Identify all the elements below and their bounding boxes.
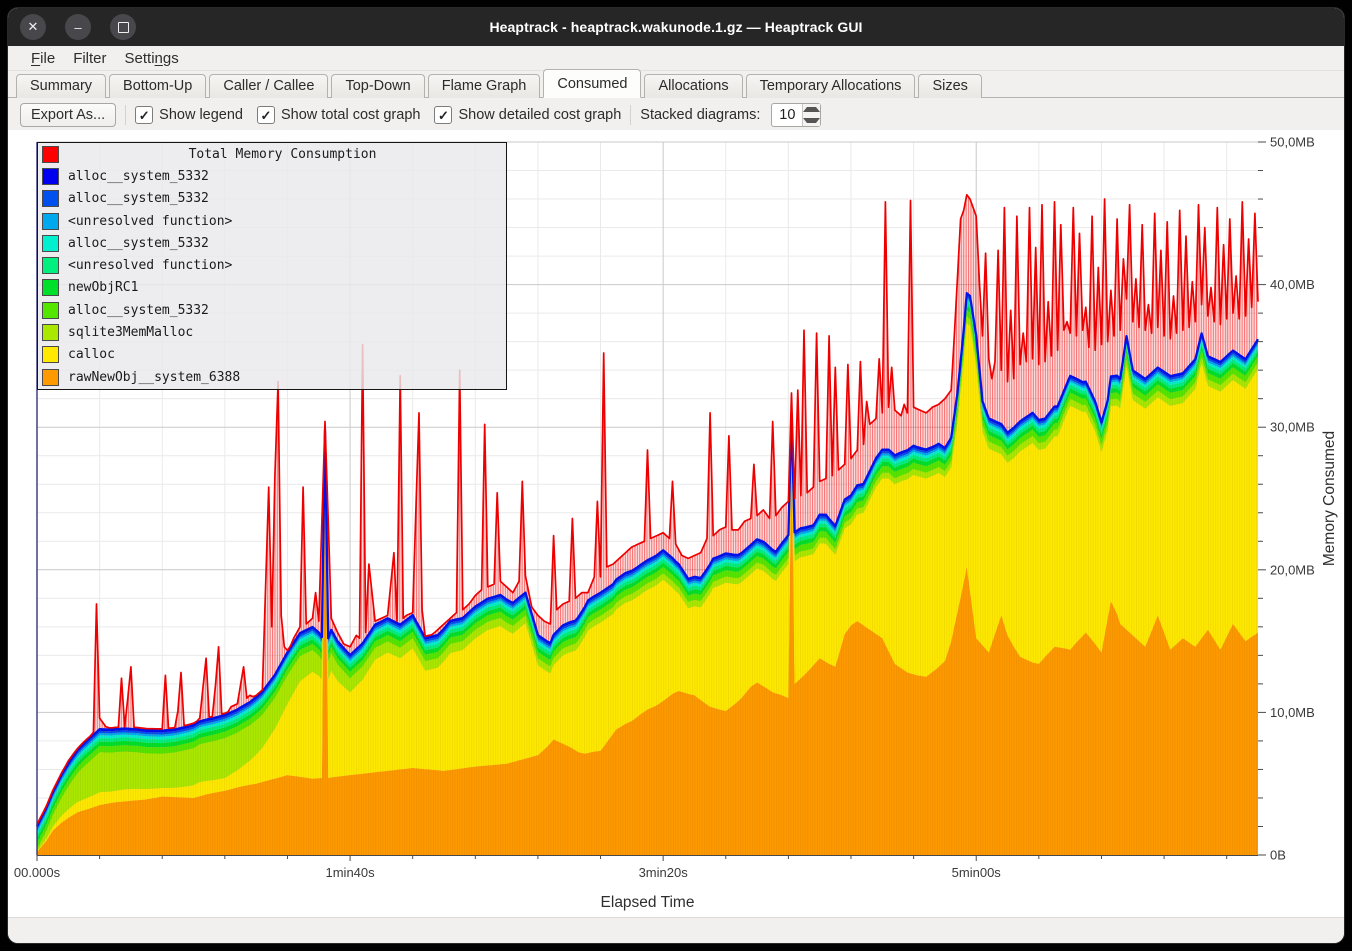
tab-summary[interactable]: Summary	[16, 74, 106, 98]
legend-swatch	[42, 213, 59, 230]
legend-swatch	[42, 257, 59, 274]
legend-item: alloc__system_5332	[38, 165, 506, 187]
tab-sizes[interactable]: Sizes	[918, 74, 981, 98]
checkbox-show-total-cost-graph[interactable]: ✓ Show total cost graph	[257, 106, 420, 124]
legend-item: sqlite3MemMalloc	[38, 321, 506, 343]
consumed-chart[interactable]: 00.000s 1min40s 3min20s 5min00s 0B 10,0MB 20,0…	[8, 130, 1344, 918]
window-controls: ✕ –	[20, 14, 136, 40]
y-tick-label: 0B	[1270, 848, 1286, 863]
legend-item: alloc__system_5332	[38, 299, 506, 321]
stacked-diagrams-value[interactable]: 10	[772, 104, 802, 126]
legend-swatch	[42, 369, 59, 386]
legend-label: alloc__system_5332	[68, 191, 209, 206]
toolbar-separator	[630, 105, 631, 125]
x-tick-label: 3min20s	[639, 865, 689, 880]
tab-top-down[interactable]: Top-Down	[331, 74, 424, 98]
menu-bar: FileFilterSettings	[8, 46, 1344, 71]
maximize-glyph	[118, 22, 129, 33]
y-tick-label: 10,0MB	[1270, 705, 1315, 720]
checkmark-icon: ✓	[434, 106, 452, 124]
legend-swatch	[42, 190, 59, 207]
x-tick-label: 1min40s	[326, 865, 376, 880]
legend-item: <unresolved function>	[38, 210, 506, 232]
legend-swatch	[42, 324, 59, 341]
checkbox-label: Show total cost graph	[281, 107, 420, 123]
legend-item: newObjRC1	[38, 277, 506, 299]
legend-label: <unresolved function>	[68, 214, 232, 229]
legend-label: <unresolved function>	[68, 258, 232, 273]
chevron-up-icon	[803, 107, 820, 112]
y-tick-label: 30,0MB	[1270, 420, 1315, 435]
checkbox-label: Show legend	[159, 107, 243, 123]
legend-item: alloc__system_5332	[38, 188, 506, 210]
spinner-up-button[interactable]	[803, 104, 820, 115]
menu-item-filter[interactable]: Filter	[64, 49, 115, 68]
legend-label: alloc__system_5332	[68, 303, 209, 318]
legend-swatch	[42, 302, 59, 319]
menu-item-file[interactable]: File	[22, 49, 64, 68]
export-as-button[interactable]: Export As...	[20, 103, 116, 127]
minimize-icon[interactable]: –	[65, 14, 91, 40]
legend-item: calloc	[38, 344, 506, 366]
toolbar-separator	[125, 105, 126, 125]
legend-title: Total Memory Consumption	[59, 147, 506, 162]
y-tick-label: 50,0MB	[1270, 135, 1315, 150]
tab-caller-callee[interactable]: Caller / Callee	[209, 74, 328, 98]
y-tick-label: 20,0MB	[1270, 562, 1315, 577]
legend-label: rawNewObj__system_6388	[68, 370, 240, 385]
legend-swatch	[42, 168, 59, 185]
title-bar: ✕ – Heaptrack - heaptrack.wakunode.1.gz …	[8, 8, 1344, 46]
checkbox-show-legend[interactable]: ✓ Show legend	[135, 106, 243, 124]
y-axis-title: Memory Consumed	[1321, 431, 1338, 566]
checkbox-show-detailed-cost-graph[interactable]: ✓ Show detailed cost graph	[434, 106, 621, 124]
legend-item: <unresolved function>	[38, 254, 506, 276]
x-tick-label: 5min00s	[952, 865, 1002, 880]
legend-item: rawNewObj__system_6388	[38, 366, 506, 388]
stacked-diagrams-label: Stacked diagrams:	[640, 107, 760, 123]
spinner-down-button[interactable]	[803, 115, 820, 126]
maximize-icon[interactable]	[110, 14, 136, 40]
heaptrack-window: ✕ – Heaptrack - heaptrack.wakunode.1.gz …	[8, 8, 1344, 943]
close-icon[interactable]: ✕	[20, 14, 46, 40]
x-tick-label: 00.000s	[14, 865, 61, 880]
legend-swatch	[42, 146, 59, 163]
legend-label: alloc__system_5332	[68, 169, 209, 184]
legend-label: newObjRC1	[68, 280, 138, 295]
legend-item: alloc__system_5332	[38, 232, 506, 254]
legend-label: sqlite3MemMalloc	[68, 325, 193, 340]
window-bottom-margin	[8, 917, 1344, 943]
toolbar: Export As... ✓ Show legend ✓ Show total cos…	[8, 98, 1344, 132]
menu-item-settings[interactable]: Settings	[116, 49, 188, 68]
tab-bottom-up[interactable]: Bottom-Up	[109, 74, 206, 98]
legend-label: alloc__system_5332	[68, 236, 209, 251]
tab-allocations[interactable]: Allocations	[644, 74, 742, 98]
legend-label: calloc	[68, 347, 115, 362]
tab-flame-graph[interactable]: Flame Graph	[428, 74, 541, 98]
checkmark-icon: ✓	[257, 106, 275, 124]
x-axis-title: Elapsed Time	[601, 894, 695, 911]
legend-item: Total Memory Consumption	[38, 143, 506, 165]
tab-bar: SummaryBottom-UpCaller / CalleeTop-DownF…	[8, 71, 1344, 98]
y-tick-label: 40,0MB	[1270, 277, 1315, 292]
chart-legend: Total Memory Consumption alloc__system_53…	[37, 142, 507, 390]
checkbox-label: Show detailed cost graph	[458, 107, 621, 123]
checkmark-icon: ✓	[135, 106, 153, 124]
legend-swatch	[42, 279, 59, 296]
tab-consumed[interactable]: Consumed	[543, 69, 641, 98]
stacked-diagrams-stepper: 10	[771, 103, 821, 127]
legend-swatch	[42, 346, 59, 363]
window-title: Heaptrack - heaptrack.wakunode.1.gz — He…	[8, 19, 1344, 35]
chevron-down-icon	[803, 118, 820, 123]
legend-swatch	[42, 235, 59, 252]
tab-temporary-allocations[interactable]: Temporary Allocations	[746, 74, 916, 98]
